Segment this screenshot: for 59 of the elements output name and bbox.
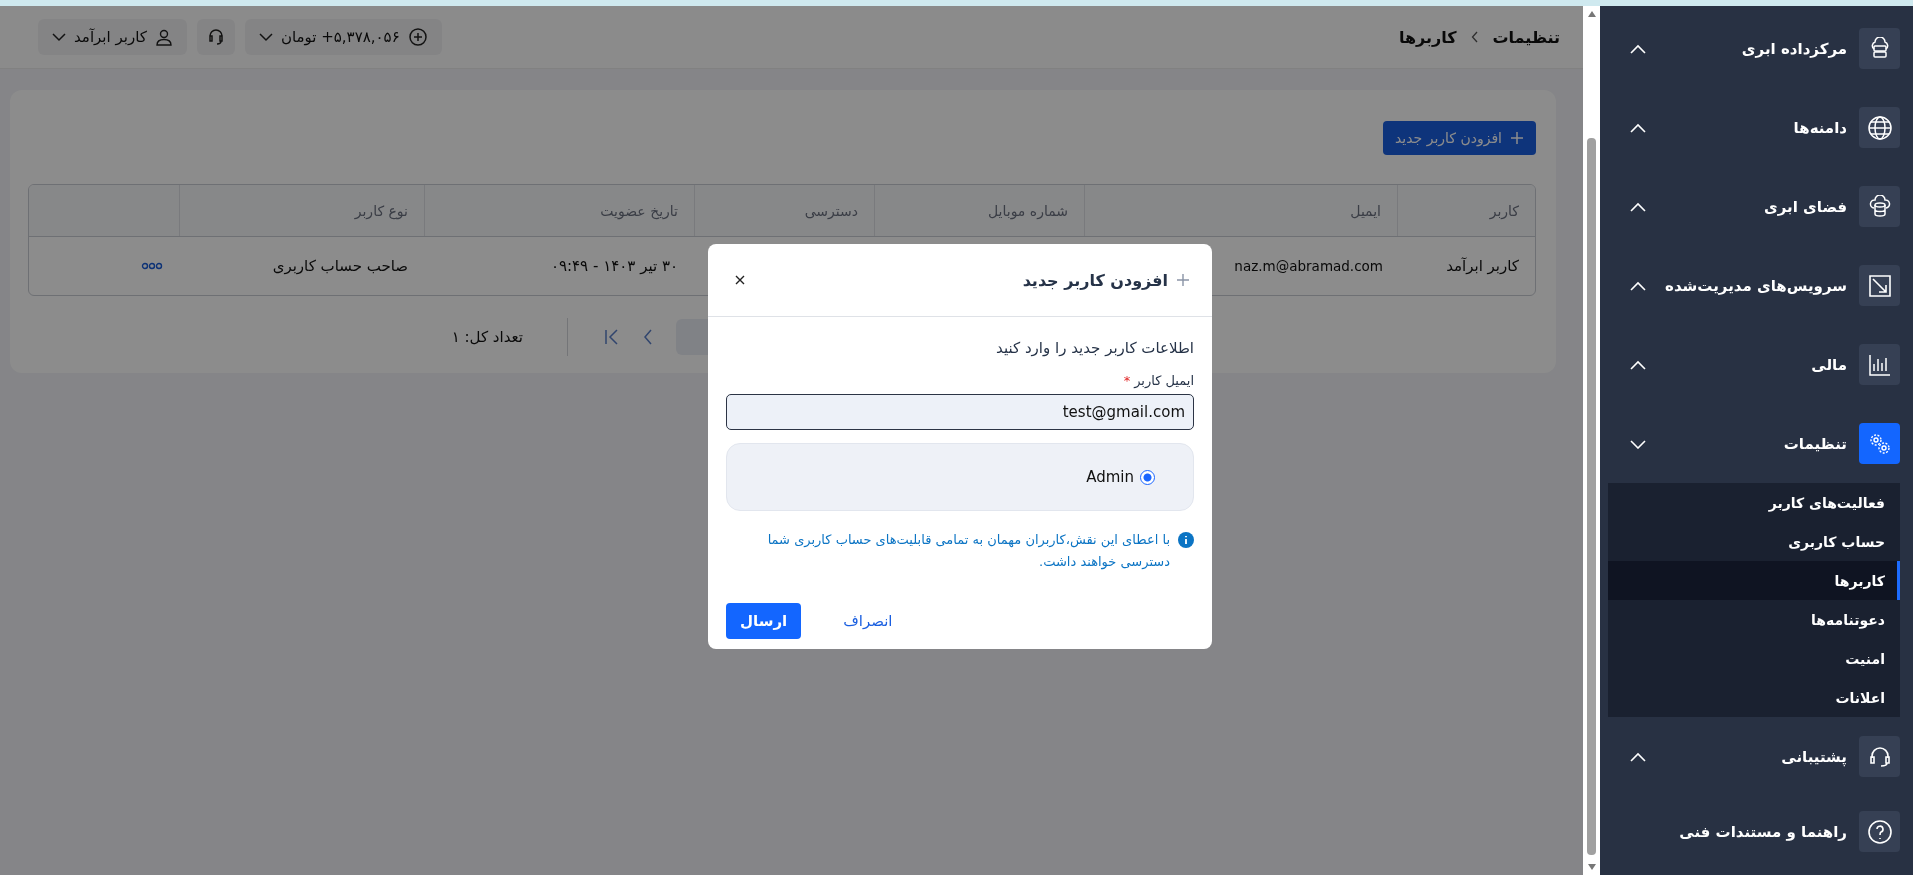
column-header: کاربر	[1397, 185, 1535, 236]
sidebar-item[interactable]: فضای ابری	[1608, 167, 1900, 246]
submit-button[interactable]: ارسال	[726, 603, 802, 639]
table-cell: naz.m@abramad.com	[1234, 258, 1383, 274]
dialog-subtitle: اطلاعات کاربر جدید را وارد کنید	[995, 339, 1194, 357]
first-page-icon[interactable]	[604, 328, 620, 346]
sidebar-item[interactable]: تنظیمات	[1608, 404, 1900, 483]
help-icon	[1866, 818, 1893, 845]
column-header: تاریخ عضویت	[424, 185, 694, 236]
info-note: با اعطای این نقش،کاربران مهمان به تمامی قابلیت‌های حساب کاربری شما دسترسی خواهند داشت.	[766, 531, 1170, 572]
submenu-item[interactable]: اعلانات	[1608, 678, 1900, 717]
submenu-item[interactable]: دعوتنامه‌ها	[1608, 600, 1900, 639]
plus-icon	[1176, 273, 1190, 287]
sidebar-item[interactable]: مالی	[1608, 325, 1900, 404]
submenu-item[interactable]: امنیت	[1608, 639, 1900, 678]
info-icon	[1178, 532, 1194, 548]
sidebar-item[interactable]: دامنه‌ها	[1608, 88, 1900, 167]
globe-icon	[1866, 114, 1893, 141]
cloud-database-icon	[1867, 194, 1892, 219]
sidebar-item[interactable]: مرکزداده ابری	[1608, 9, 1900, 88]
breadcrumb-link[interactable]: کاربرها	[1398, 27, 1457, 47]
cancel-button[interactable]: انصراف	[841, 608, 895, 634]
sidebar-item[interactable]: سرویس‌های مدیریت‌شده	[1608, 246, 1900, 325]
headset-icon	[1867, 744, 1892, 769]
settings-icon	[1867, 431, 1892, 456]
required-mark: *	[1123, 373, 1131, 388]
scroll-down-icon[interactable]	[1586, 863, 1597, 871]
bar-chart-icon	[1867, 352, 1892, 377]
add-circle-icon	[407, 27, 428, 47]
close-icon[interactable]	[734, 274, 746, 286]
resize-icon	[1867, 273, 1892, 298]
table-cell: کاربر ابرآمد	[1446, 257, 1519, 275]
breadcrumb-link[interactable]: تنظیمات	[1492, 27, 1560, 47]
user-icon	[154, 28, 173, 46]
balance-button[interactable]: ۵,۳۷۸,۰۵۶+ تومان	[244, 19, 442, 55]
email-input[interactable]: test@gmail.com	[726, 394, 1194, 430]
chevron-down-icon	[52, 32, 66, 42]
submenu-item[interactable]: حساب کاربری	[1608, 522, 1900, 561]
field-label: ایمیل کاربر	[1134, 373, 1194, 388]
support-button[interactable]	[196, 19, 235, 55]
column-header: نوع کاربر	[179, 185, 424, 236]
chevron-down-icon	[258, 32, 273, 42]
scroll-up-icon[interactable]	[1586, 10, 1597, 18]
plus-icon	[1510, 131, 1524, 145]
table-cell: صاحب حساب کاربری	[272, 257, 408, 275]
submenu-item[interactable]: کاربرها	[1608, 561, 1900, 600]
submenu-item[interactable]: فعالیت‌های کاربر	[1608, 483, 1900, 522]
more-icon[interactable]	[141, 262, 163, 270]
column-header: ایمیل	[1084, 185, 1397, 236]
user-menu-button[interactable]: کاربر ابرآمد	[38, 19, 187, 55]
dialog-title: افزودن کاربر جدید	[1022, 270, 1168, 290]
column-header: شماره موبایل	[874, 185, 1084, 236]
total-count: تعداد کل: ۱	[451, 328, 523, 346]
table-cell: ۳۰ تیر ۱۴۰۳ - ۰۹:۴۹	[550, 257, 678, 275]
column-header: دسترسی	[694, 185, 874, 236]
add-user-button[interactable]: افزودن کاربر جدید	[1382, 121, 1536, 155]
role-radio[interactable]: Admin	[1086, 468, 1155, 486]
previous-page-icon[interactable]	[642, 328, 654, 346]
chevron-icon	[1470, 31, 1479, 43]
